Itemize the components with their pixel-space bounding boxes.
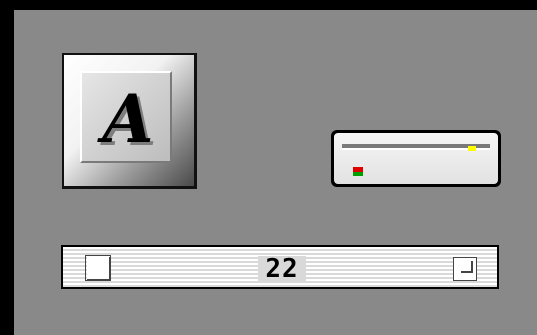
font-button[interactable]: A	[62, 53, 197, 189]
drive-body	[334, 133, 498, 184]
drive-icon[interactable]	[331, 130, 501, 187]
font-letter-icon: A	[102, 80, 154, 158]
slider-track[interactable]: 22	[63, 247, 497, 287]
slider-value-display: 22	[258, 256, 306, 282]
slider-value: 22	[265, 254, 299, 284]
screen: A 22	[0, 0, 537, 335]
slider-left-handle[interactable]	[85, 255, 111, 281]
value-slider[interactable]: 22	[61, 245, 499, 289]
slider-right-handle[interactable]	[453, 257, 477, 281]
drive-busy-light	[468, 146, 476, 151]
font-button-face: A	[80, 71, 172, 163]
drive-green-light	[353, 172, 363, 176]
